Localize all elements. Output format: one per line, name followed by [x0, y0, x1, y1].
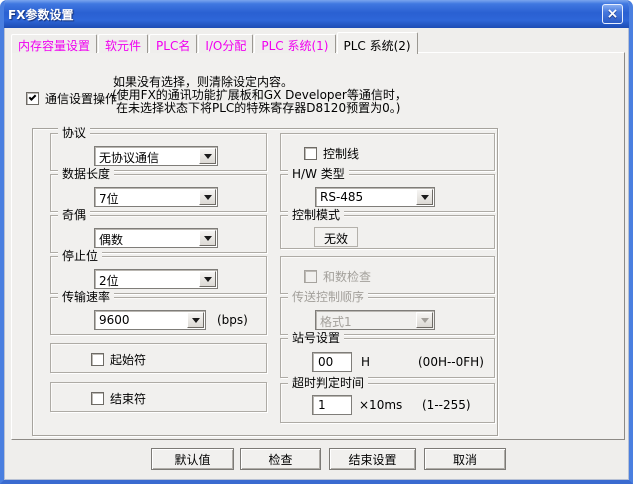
control-line-checkbox[interactable] [304, 147, 317, 160]
comm-settings-checkbox-row: 通信设置操作 [26, 90, 117, 107]
baud-rate-select[interactable]: 9600 [94, 310, 206, 330]
data-length-dropdown-button[interactable] [199, 189, 216, 205]
parity-groupbox: 奇偶 偶数 [50, 215, 267, 253]
comm-settings-checkbox-label: 通信设置操作 [45, 90, 117, 107]
control-line-groupbox: 控制线 [280, 133, 495, 171]
timeout-input[interactable]: 1 [312, 395, 352, 415]
start-char-label: 起始符 [110, 351, 146, 368]
cancel-button[interactable]: 取消 [424, 448, 506, 470]
checkmark-icon [29, 93, 37, 101]
default-button[interactable]: 默认值 [151, 448, 234, 470]
start-char-checkbox[interactable] [91, 353, 104, 366]
finish-setting-button[interactable]: 结束设置 [329, 448, 416, 470]
control-mode-label: 控制模式 [288, 208, 344, 222]
fx-parameter-dialog: FX参数设置 × 内存容量设置 软元件 PLC名 I/O分配 PLC 系统(1)… [0, 0, 633, 484]
hw-type-label: H/W 类型 [288, 167, 349, 181]
data-length-label: 数据长度 [58, 167, 114, 181]
station-number-range: (00H--0FH) [418, 355, 484, 369]
check-button[interactable]: 检查 [240, 448, 321, 470]
tab-devices[interactable]: 软元件 [98, 34, 148, 53]
protocol-format-groupbox: 传送控制顺序 格式1 [280, 297, 495, 335]
tab-strip: 内存容量设置 软元件 PLC名 I/O分配 PLC 系统(1) PLC 系统(2… [11, 31, 419, 53]
protocol-dropdown-button[interactable] [199, 148, 216, 164]
tab-memory-capacity[interactable]: 内存容量设置 [11, 34, 97, 53]
control-line-row: 控制线 [304, 145, 359, 162]
protocol-format-dropdown-button [416, 312, 433, 328]
end-char-label: 结束符 [110, 390, 146, 407]
chevron-down-icon [421, 318, 429, 323]
sum-check-row: 和数检查 [304, 268, 371, 285]
tab-plc-system-2[interactable]: PLC 系统(2) [337, 32, 418, 54]
station-number-input[interactable]: 00 [312, 352, 352, 372]
chevron-down-icon [421, 195, 429, 200]
title-bar: FX参数设置 [0, 0, 633, 28]
protocol-select[interactable]: 无协议通信 [94, 146, 218, 166]
end-char-checkbox[interactable] [91, 392, 104, 405]
close-icon: × [607, 7, 619, 21]
protocol-format-select: 格式1 [315, 310, 435, 330]
timeout-label: 超时判定时间 [288, 376, 368, 390]
stop-bit-groupbox: 停止位 2位 [50, 256, 267, 294]
timeout-groupbox: 超时判定时间 1 ×10ms (1--255) [280, 383, 495, 423]
tab-plc-system-1[interactable]: PLC 系统(1) [254, 34, 335, 53]
start-char-groupbox: 起始符 [50, 343, 267, 373]
hw-type-select[interactable]: RS-485 [315, 187, 435, 207]
chevron-down-icon [192, 318, 200, 323]
baud-rate-groupbox: 传输速率 9600 (bps) [50, 297, 267, 335]
protocol-format-label: 传送控制顺序 [288, 290, 368, 304]
chevron-down-icon [204, 236, 212, 241]
end-char-row: 结束符 [91, 390, 146, 407]
control-line-label: 控制线 [323, 145, 359, 162]
parity-dropdown-button[interactable] [199, 230, 216, 246]
baud-rate-unit: (bps) [217, 313, 248, 327]
stop-bit-dropdown-button[interactable] [199, 271, 216, 287]
tab-io-assignment[interactable]: I/O分配 [198, 34, 253, 53]
protocol-groupbox: 协议 无协议通信 [50, 133, 267, 171]
station-number-unit: H [361, 355, 370, 369]
note-line-3: 在未选择状态下将PLC的特殊寄存器D8120预置为0。) [116, 102, 400, 115]
parity-select[interactable]: 偶数 [94, 228, 218, 248]
station-number-label: 站号设置 [288, 331, 344, 345]
data-length-select[interactable]: 7位 [94, 187, 218, 207]
hw-type-dropdown-button[interactable] [416, 189, 433, 205]
chevron-down-icon [204, 195, 212, 200]
data-length-groupbox: 数据长度 7位 [50, 174, 267, 212]
window-title: FX参数设置 [8, 6, 73, 23]
start-char-row: 起始符 [91, 351, 146, 368]
sum-check-label: 和数检查 [323, 268, 371, 285]
sum-check-groupbox: 和数检查 [280, 256, 495, 294]
sum-check-checkbox [304, 270, 317, 283]
timeout-range: (1--255) [422, 398, 471, 412]
protocol-label: 协议 [58, 126, 90, 140]
parity-label: 奇偶 [58, 208, 90, 222]
chevron-down-icon [204, 277, 212, 282]
station-number-groupbox: 站号设置 00 H (00H--0FH) [280, 338, 495, 378]
end-char-groupbox: 结束符 [50, 382, 267, 412]
baud-rate-label: 传输速率 [58, 290, 114, 304]
tab-plc-name[interactable]: PLC名 [149, 34, 197, 53]
close-button[interactable]: × [602, 4, 623, 24]
comm-settings-checkbox[interactable] [26, 92, 39, 105]
control-mode-value: 无效 [314, 227, 358, 247]
chevron-down-icon [204, 154, 212, 159]
stop-bit-label: 停止位 [58, 249, 102, 263]
baud-rate-dropdown-button[interactable] [187, 312, 204, 328]
hw-type-groupbox: H/W 类型 RS-485 [280, 174, 495, 212]
stop-bit-select[interactable]: 2位 [94, 269, 218, 289]
control-mode-groupbox: 控制模式 无效 [280, 215, 495, 249]
timeout-unit: ×10ms [359, 398, 402, 412]
